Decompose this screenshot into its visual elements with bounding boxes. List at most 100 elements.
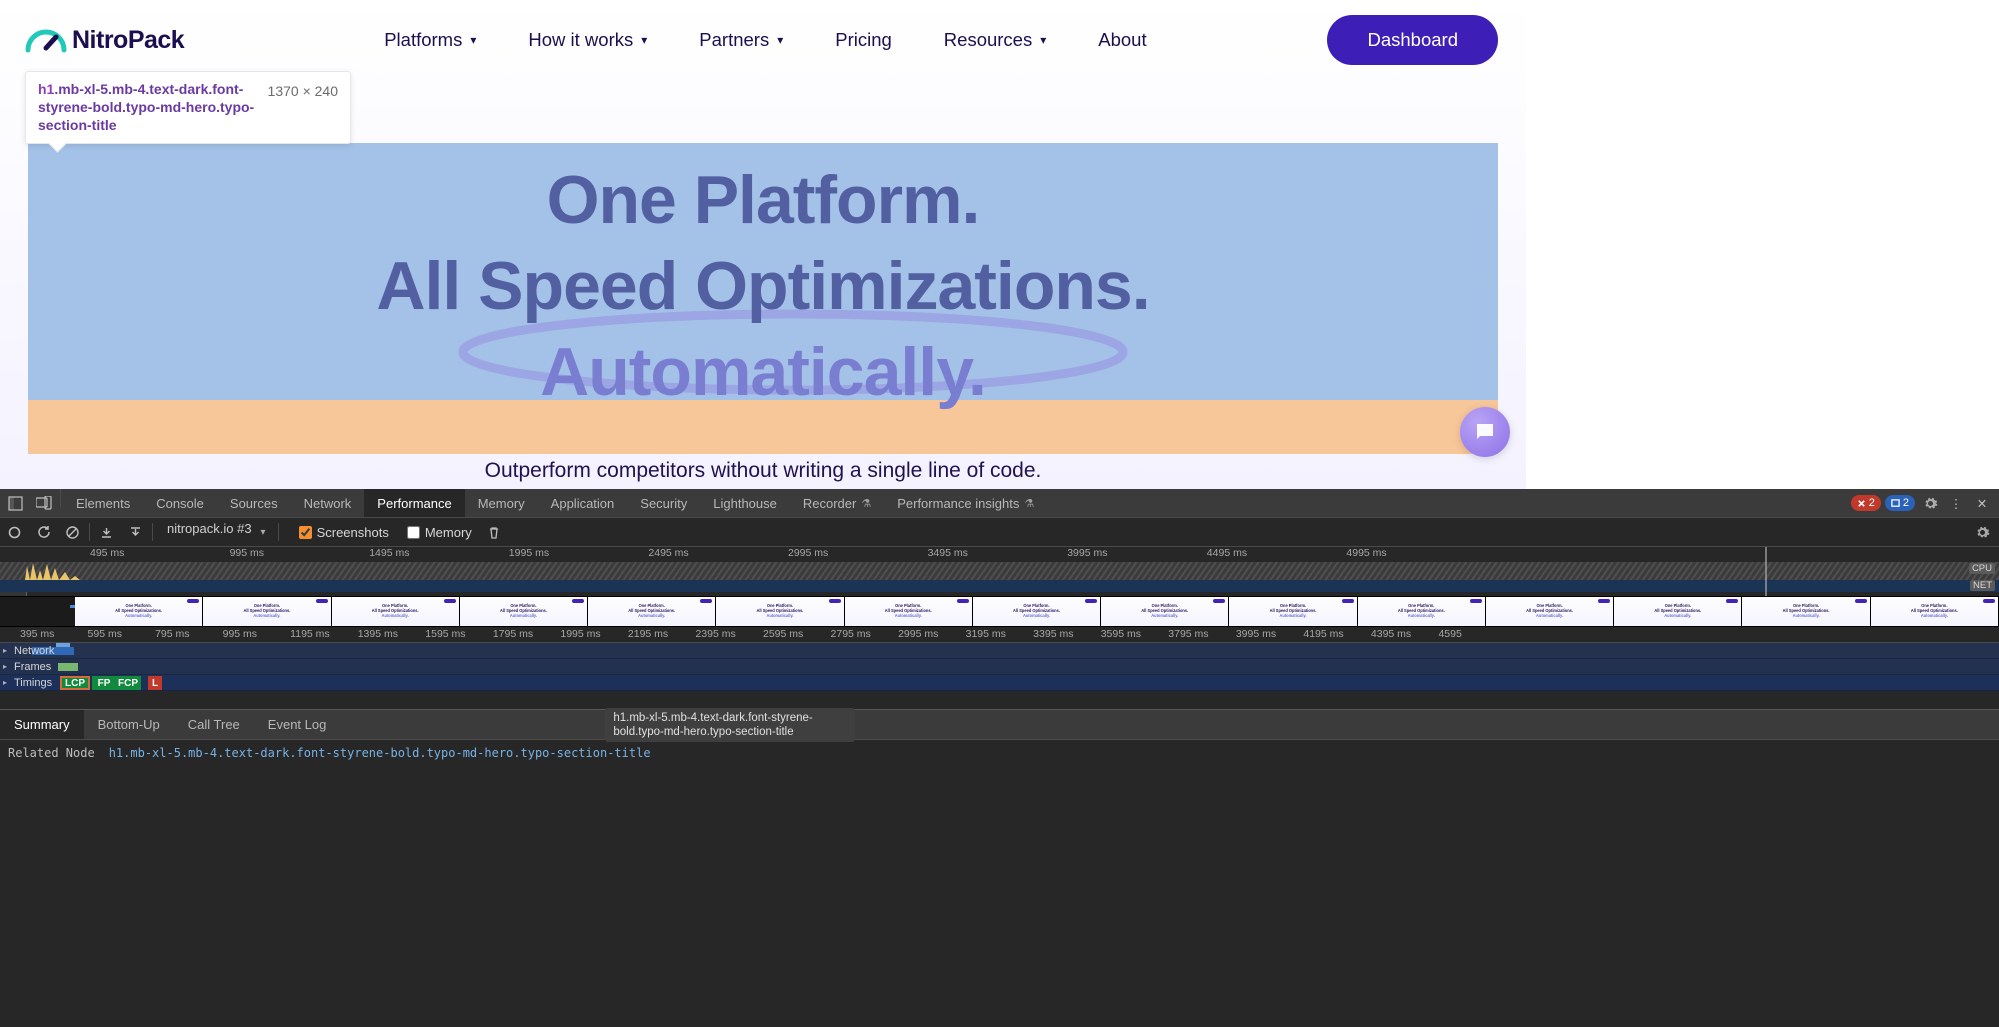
flamechart-tick: 4595 <box>1438 628 1461 640</box>
timings-track-label[interactable]: Timings <box>0 675 54 690</box>
load-profile-button[interactable] <box>92 518 121 547</box>
screenshot-thumbnail[interactable]: One Platform.All Speed Optimizations.Aut… <box>1871 597 1999 626</box>
devtools-tab-application[interactable]: Application <box>538 489 628 517</box>
screenshots-filmstrip[interactable]: One Platform.All Speed Optimizations.Aut… <box>0 597 1999 627</box>
overview-time-cursor[interactable] <box>1765 547 1767 596</box>
devtools-tab-performance[interactable]: Performance <box>364 489 464 517</box>
context-selector[interactable]: nitropack.io #3 <box>159 521 270 543</box>
screenshot-thumbnail[interactable]: One Platform.All Speed Optimizations.Aut… <box>716 597 844 626</box>
devtools-settings-button[interactable] <box>1919 492 1941 514</box>
flamechart-tick: 1395 ms <box>358 628 398 640</box>
screenshot-thumbnail[interactable]: One Platform.All Speed Optimizations.Aut… <box>1101 597 1229 626</box>
flamechart-tick: 3795 ms <box>1168 628 1208 640</box>
timing-marker-fcp[interactable]: FCP <box>115 676 141 690</box>
screenshot-thumbnail[interactable]: One Platform.All Speed Optimizations.Aut… <box>460 597 588 626</box>
screenshot-thumbnail[interactable]: One Platform.All Speed Optimizations.Aut… <box>1229 597 1357 626</box>
save-profile-button[interactable] <box>121 518 150 547</box>
timing-marker-l[interactable]: L <box>148 676 162 690</box>
hero-line-1: One Platform. <box>28 157 1498 243</box>
nav-resources[interactable]: Resources▾ <box>944 29 1046 51</box>
devtools-tab-security[interactable]: Security <box>627 489 700 517</box>
issues-badge[interactable]: 2 <box>1885 495 1915 511</box>
errors-badge[interactable]: 2 <box>1851 495 1881 511</box>
devtools-tab-recorder[interactable]: Recorder⚗ <box>790 489 884 517</box>
flamechart-tick: 3395 ms <box>1033 628 1073 640</box>
screenshot-thumbnail[interactable]: One Platform.All Speed Optimizations.Aut… <box>1358 597 1486 626</box>
overview-tick: 2995 ms <box>788 547 828 559</box>
flamechart-tick: 2195 ms <box>628 628 668 640</box>
error-icon <box>1857 499 1866 508</box>
overview-pane[interactable]: 495 ms995 ms1495 ms1995 ms2495 ms2995 ms… <box>0 547 1999 597</box>
timing-marker-lcp[interactable]: LCP <box>60 676 90 690</box>
timings-track[interactable]: Timings LCP FP FCP L <box>0 675 1999 691</box>
memory-checkbox[interactable]: Memory <box>407 525 472 540</box>
flamechart-tick: 2395 ms <box>695 628 735 640</box>
devtools-tab-console[interactable]: Console <box>143 489 217 517</box>
devtools-tab-sources[interactable]: Sources <box>217 489 291 517</box>
overview-tick: 1495 ms <box>369 547 409 559</box>
devtools-tab-elements[interactable]: Elements <box>63 489 143 517</box>
flask-icon: ⚗ <box>861 497 871 510</box>
summary-related-node-row: Related Node h1.mb-xl-5.mb-4.text-dark.f… <box>0 740 1999 766</box>
screenshot-thumbnail[interactable]: One Platform.All Speed Optimizations.Aut… <box>1614 597 1742 626</box>
nav-partners[interactable]: Partners▾ <box>699 29 783 51</box>
devtools-panel: ElementsConsoleSourcesNetworkPerformance… <box>0 489 1999 1027</box>
logo[interactable]: NitroPack <box>22 26 184 55</box>
issue-icon <box>1891 499 1900 508</box>
details-tab-summary[interactable]: Summary <box>0 710 84 739</box>
nav-pricing[interactable]: Pricing <box>835 29 892 51</box>
screenshot-thumbnail[interactable]: One Platform.All Speed Optimizations.Aut… <box>203 597 331 626</box>
nitropack-gauge-icon <box>22 26 70 54</box>
flamechart-tick: 995 ms <box>223 628 257 640</box>
screenshot-thumbnail[interactable]: One Platform.All Speed Optimizations.Aut… <box>75 597 203 626</box>
devtools-tab-lighthouse[interactable]: Lighthouse <box>700 489 790 517</box>
screenshot-thumbnail[interactable]: One Platform.All Speed Optimizations.Aut… <box>1486 597 1614 626</box>
record-button[interactable] <box>0 518 29 547</box>
devtools-tab-memory[interactable]: Memory <box>465 489 538 517</box>
screenshots-checkbox[interactable]: Screenshots <box>299 525 389 540</box>
details-tab-bottom-up[interactable]: Bottom-Up <box>84 710 174 739</box>
devtools-tab-network[interactable]: Network <box>291 489 365 517</box>
chevron-down-icon: ▾ <box>1040 33 1046 47</box>
clear-button[interactable] <box>58 518 87 547</box>
frames-track-label[interactable]: Frames <box>0 659 57 674</box>
overview-ruler: 495 ms995 ms1495 ms1995 ms2495 ms2995 ms… <box>0 547 1999 562</box>
screenshot-thumbnail[interactable]: One Platform.All Speed Optimizations.Aut… <box>845 597 973 626</box>
reload-record-button[interactable] <box>29 518 58 547</box>
device-toolbar-toggle[interactable] <box>30 489 58 517</box>
overview-tick: 3995 ms <box>1067 547 1107 559</box>
collect-garbage-button[interactable] <box>480 518 509 547</box>
devtools-tabstrip: ElementsConsoleSourcesNetworkPerformance… <box>0 489 1999 518</box>
capture-settings-button[interactable] <box>1971 521 1993 543</box>
details-tab-call-tree[interactable]: Call Tree <box>174 710 254 739</box>
nav-about[interactable]: About <box>1098 29 1146 51</box>
nav-how-it-works[interactable]: How it works▾ <box>528 29 647 51</box>
cpu-lane-label: CPU <box>1969 563 1995 574</box>
flamechart-tracks[interactable]: Network Frames Timings LCP FP FCP L <box>0 643 1999 691</box>
frames-track[interactable]: Frames <box>0 659 1999 675</box>
devtools-tab-performance-insights[interactable]: Performance insights⚗ <box>884 489 1047 517</box>
nav-links: Platforms▾ How it works▾ Partners▾ Prici… <box>384 29 1146 51</box>
network-track[interactable]: Network <box>0 643 1999 659</box>
timing-marker-fp[interactable]: FP <box>92 676 116 690</box>
network-track-label[interactable]: Network <box>0 643 60 658</box>
screenshot-thumbnail[interactable]: One Platform.All Speed Optimizations.Aut… <box>332 597 460 626</box>
screenshot-thumbnail[interactable]: One Platform.All Speed Optimizations.Aut… <box>973 597 1101 626</box>
tooltip-tag: h1 <box>38 81 54 97</box>
screenshot-thumbnail[interactable]: One Platform.All Speed Optimizations.Aut… <box>588 597 716 626</box>
memory-checkbox-input[interactable] <box>407 526 420 539</box>
flamechart-tick: 4195 ms <box>1303 628 1343 640</box>
related-node-link[interactable]: h1.mb-xl-5.mb-4.text-dark.font-styrene-b… <box>109 746 651 760</box>
nav-platforms[interactable]: Platforms▾ <box>384 29 476 51</box>
flamechart-tick: 1795 ms <box>493 628 533 640</box>
intercom-chat-button[interactable] <box>1460 407 1510 457</box>
devtools-more-button[interactable]: ⋮ <box>1945 492 1967 514</box>
details-tab-event-log[interactable]: Event Log <box>254 710 341 739</box>
screenshots-checkbox-input[interactable] <box>299 526 312 539</box>
inspect-element-toggle[interactable] <box>0 489 30 517</box>
screenshot-thumbnail[interactable]: One Platform.All Speed Optimizations.Aut… <box>1742 597 1870 626</box>
devtools-close-button[interactable]: ✕ <box>1971 492 1993 514</box>
flamechart-body[interactable] <box>0 691 1999 709</box>
dashboard-button[interactable]: Dashboard <box>1327 15 1498 65</box>
flamechart-tick: 1595 ms <box>425 628 465 640</box>
